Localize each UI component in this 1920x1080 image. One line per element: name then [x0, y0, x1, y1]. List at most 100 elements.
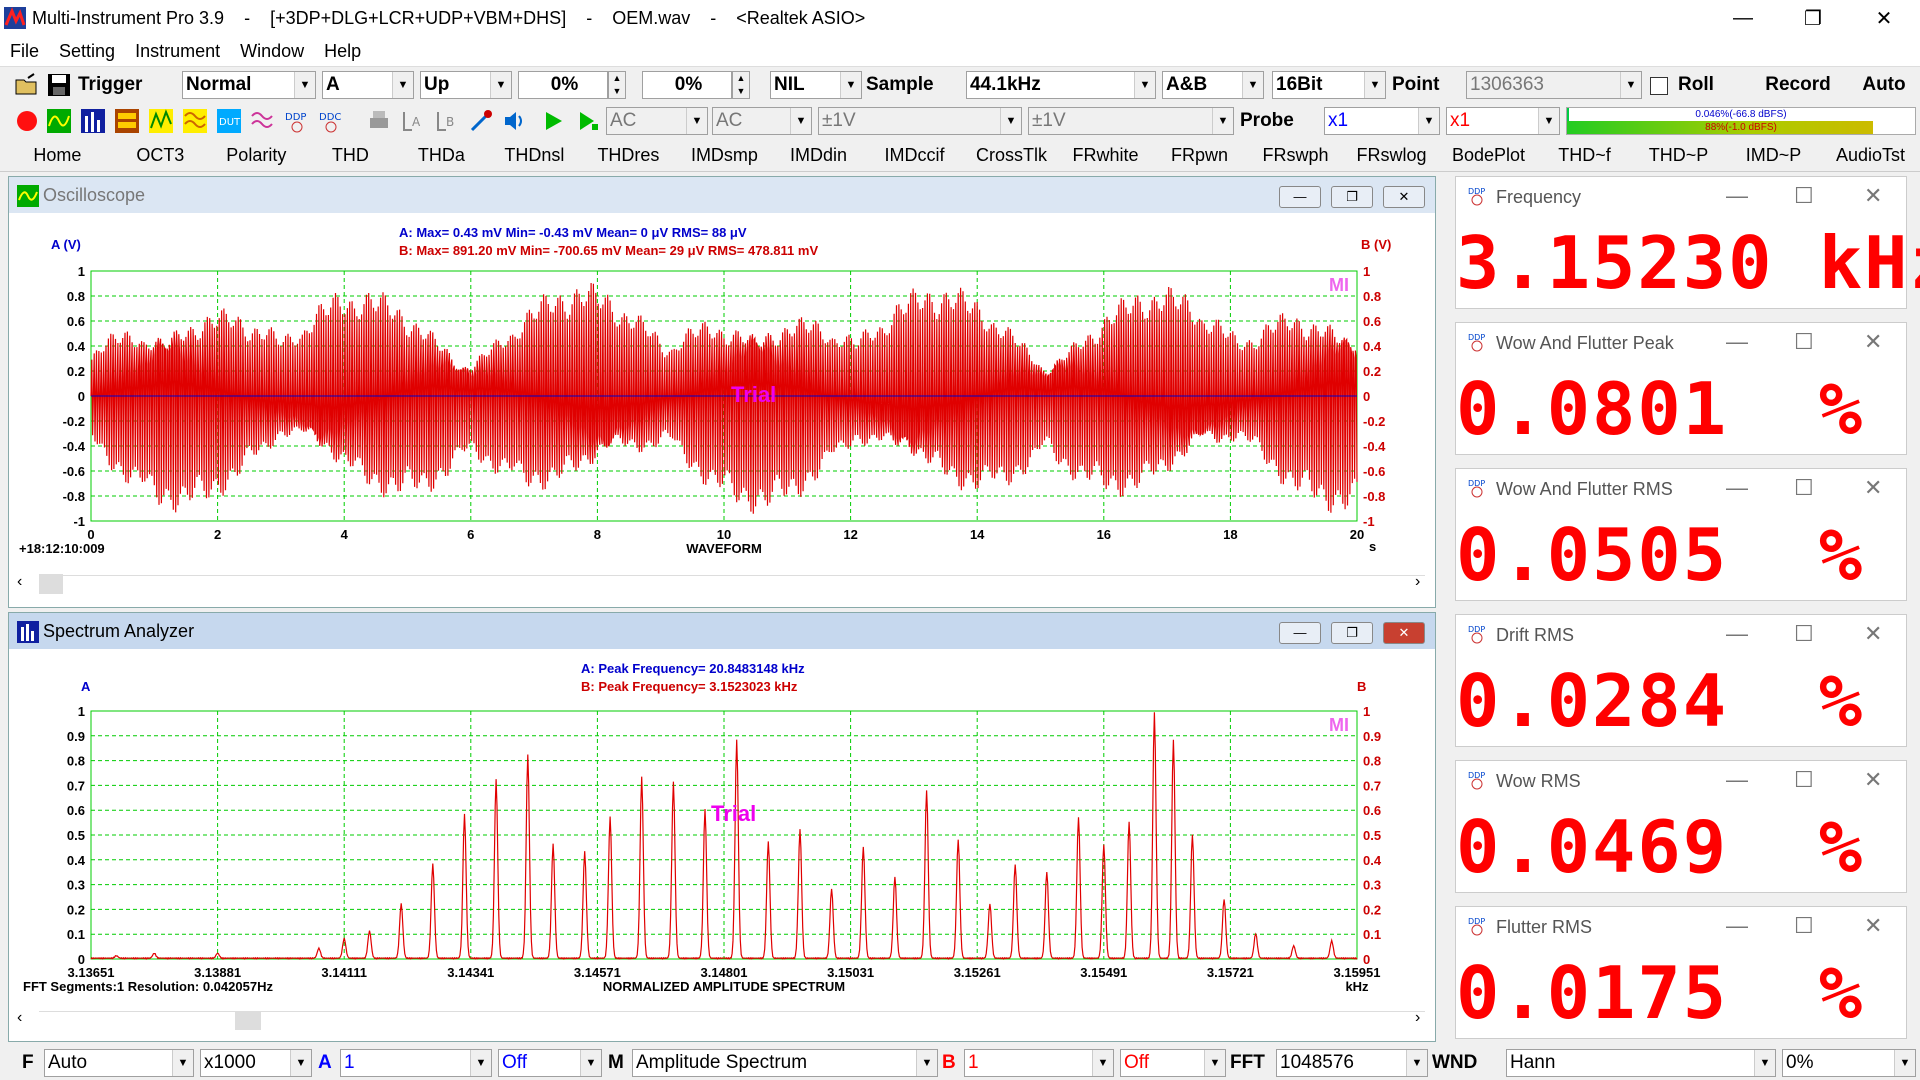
meter-maximize-button[interactable]: ☐	[1794, 621, 1814, 647]
b-peak-hold-select[interactable]: Off ▼	[1120, 1049, 1226, 1077]
point-select[interactable]: 1306363 ▼	[1466, 71, 1642, 99]
scroll-right-icon[interactable]: ›	[1415, 573, 1420, 591]
spec-minimize-button[interactable]: —	[1279, 622, 1321, 644]
tab-thd[interactable]: THD	[307, 145, 394, 166]
a-peak-hold-select[interactable]: Off ▼	[498, 1049, 602, 1077]
spectrogram-icon[interactable]	[182, 108, 208, 134]
speaker-icon[interactable]	[502, 108, 528, 134]
tab-home[interactable]: Home	[0, 145, 115, 166]
meter-close-button[interactable]: ✕	[1864, 621, 1882, 647]
tab-thdres[interactable]: THDres	[580, 145, 677, 166]
meter-maximize-button[interactable]: ☐	[1794, 329, 1814, 355]
meter-maximize-button[interactable]: ☐	[1794, 913, 1814, 939]
meter-close-button[interactable]: ✕	[1864, 767, 1882, 793]
meter-minimize-button[interactable]: —	[1726, 475, 1748, 501]
spectrum-plot[interactable]: A: Peak Frequency= 20.8483148 kHz B: Peak…	[11, 651, 1431, 1007]
tab-frpwn[interactable]: FRpwn	[1152, 145, 1247, 166]
auto-button[interactable]: Auto	[1852, 70, 1916, 100]
spec-maximize-button[interactable]: ❐	[1331, 622, 1373, 644]
meter-minimize-button[interactable]: —	[1726, 913, 1748, 939]
spec-close-button[interactable]: ✕	[1383, 622, 1425, 644]
cursor-a-icon[interactable]: A	[400, 108, 426, 134]
open-folder-icon[interactable]	[14, 72, 40, 98]
meter-close-button[interactable]: ✕	[1864, 329, 1882, 355]
tools-icon[interactable]	[468, 108, 494, 134]
level-stepper[interactable]: ▲ ▼	[608, 71, 626, 99]
menu-setting[interactable]: Setting	[49, 41, 125, 62]
sample-rate-select[interactable]: 44.1kHz ▼	[966, 71, 1156, 99]
range-a-select[interactable]: ±1V ▼	[818, 107, 1022, 135]
play-icon[interactable]	[540, 108, 566, 134]
tab-thda[interactable]: THDa	[394, 145, 489, 166]
tab-bodeplot[interactable]: BodePlot	[1439, 145, 1538, 166]
meter-minimize-button[interactable]: —	[1726, 183, 1748, 209]
minimize-button[interactable]: —	[1714, 0, 1772, 36]
oscilloscope-icon[interactable]	[46, 108, 72, 134]
probe-b-select[interactable]: x1 ▼	[1446, 107, 1560, 135]
meter-close-button[interactable]: ✕	[1864, 183, 1882, 209]
measurement-mode-select[interactable]: Amplitude Spectrum ▼	[632, 1049, 938, 1077]
trigger-delay-input[interactable]: 0%	[642, 71, 732, 99]
probe-a-select[interactable]: x1 ▼	[1324, 107, 1440, 135]
signal-generator-icon[interactable]	[250, 108, 276, 134]
tab-imdccif[interactable]: IMDccif	[865, 145, 964, 166]
tab-imdsmp[interactable]: IMDsmp	[677, 145, 772, 166]
window-function-select[interactable]: Hann ▼	[1506, 1049, 1776, 1077]
frequency-mode-select[interactable]: Auto ▼	[44, 1049, 194, 1077]
tab-imddin[interactable]: IMDdin	[772, 145, 865, 166]
spec-scrollbar[interactable]	[39, 1011, 1425, 1032]
scroll-thumb[interactable]	[235, 1012, 261, 1030]
close-button[interactable]: ✕	[1855, 0, 1913, 36]
meter-maximize-button[interactable]: ☐	[1794, 183, 1814, 209]
range-b-select[interactable]: ±1V ▼	[1028, 107, 1234, 135]
ddp-icon[interactable]: DDP	[284, 108, 310, 134]
oscilloscope-plot[interactable]: A: Max= 0.43 mV Min= -0.43 mV Mean= 0 μV…	[11, 215, 1431, 575]
menu-file[interactable]: File	[0, 41, 49, 62]
a-average-select[interactable]: 1 ▼	[340, 1049, 492, 1077]
trigger-mode-select[interactable]: Normal ▼	[182, 71, 316, 99]
overlap-select[interactable]: 0% ▼	[1782, 1049, 1916, 1077]
tab-thd-p[interactable]: THD~P	[1631, 145, 1726, 166]
osc-maximize-button[interactable]: ❐	[1331, 186, 1373, 208]
tab-imd-p[interactable]: IMD~P	[1726, 145, 1821, 166]
osc-close-button[interactable]: ✕	[1383, 186, 1425, 208]
meter-maximize-button[interactable]: ☐	[1794, 475, 1814, 501]
tab-crosstlk[interactable]: CrossTlk	[964, 145, 1059, 166]
save-icon[interactable]	[46, 72, 72, 98]
tab-frswph[interactable]: FRswph	[1247, 145, 1344, 166]
scroll-left-icon[interactable]: ‹	[17, 1009, 22, 1027]
restore-button[interactable]: ❐	[1784, 0, 1842, 36]
trigger-nil-select[interactable]: NIL ▼	[770, 71, 862, 99]
menu-window[interactable]: Window	[230, 41, 314, 62]
osc-scrollbar[interactable]	[39, 574, 1425, 596]
trigger-level-input[interactable]: 0%	[518, 71, 608, 99]
tab-oct3[interactable]: OCT3	[115, 145, 206, 166]
coupling-b-select[interactable]: AC ▼	[712, 107, 812, 135]
bits-select[interactable]: 16Bit ▼	[1272, 71, 1386, 99]
trigger-edge-select[interactable]: Up ▼	[420, 71, 512, 99]
tab-thd-f[interactable]: THD~f	[1538, 145, 1631, 166]
tab-polarity[interactable]: Polarity	[206, 145, 307, 166]
print-icon[interactable]	[366, 108, 392, 134]
channel-select[interactable]: A&B ▼	[1162, 71, 1264, 99]
spectrum-3d-icon[interactable]	[148, 108, 174, 134]
record-button[interactable]: Record	[1750, 70, 1846, 100]
scroll-left-icon[interactable]: ‹	[17, 573, 22, 591]
menu-instrument[interactable]: Instrument	[125, 41, 230, 62]
trigger-channel-select[interactable]: A ▼	[322, 71, 414, 99]
scroll-thumb[interactable]	[39, 574, 63, 594]
meter-minimize-button[interactable]: —	[1726, 767, 1748, 793]
multimeter-icon[interactable]	[114, 108, 140, 134]
meter-close-button[interactable]: ✕	[1864, 913, 1882, 939]
fft-size-select[interactable]: 1048576 ▼	[1276, 1049, 1428, 1077]
coupling-a-select[interactable]: AC ▼	[606, 107, 708, 135]
play-step-icon[interactable]	[574, 108, 600, 134]
tab-frswlog[interactable]: FRswlog	[1344, 145, 1439, 166]
ddc-icon[interactable]: DDC	[318, 108, 344, 134]
stop-icon[interactable]	[14, 108, 40, 134]
cursor-b-icon[interactable]: B	[434, 108, 460, 134]
tab-audiotst[interactable]: AudioTst	[1821, 145, 1920, 166]
menu-help[interactable]: Help	[314, 41, 371, 62]
scroll-right-icon[interactable]: ›	[1415, 1009, 1420, 1027]
meter-maximize-button[interactable]: ☐	[1794, 767, 1814, 793]
